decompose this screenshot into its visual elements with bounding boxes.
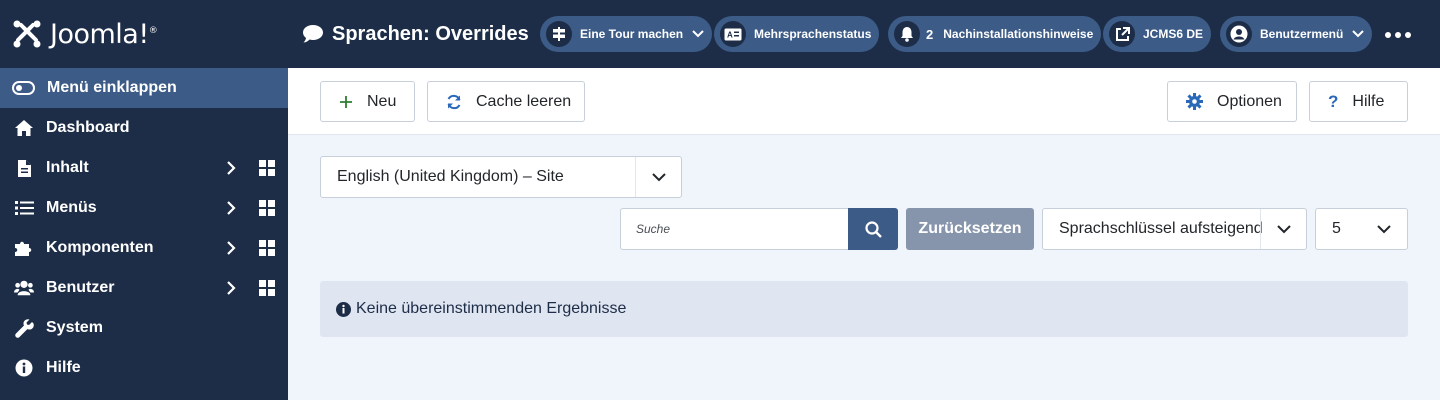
chevron-down-icon — [1260, 209, 1306, 249]
signpost-icon — [546, 21, 572, 47]
list-limit-value: 5 — [1332, 220, 1341, 237]
search-button[interactable] — [848, 208, 898, 250]
sidebar-item-label: Dashboard — [46, 119, 130, 136]
joomla-logo-icon — [13, 20, 41, 48]
guided-tour-label: Eine Tour machen — [580, 27, 684, 41]
chevron-right-icon[interactable] — [226, 200, 236, 216]
search-icon — [864, 220, 882, 238]
users-icon — [14, 278, 34, 298]
chevron-right-icon[interactable] — [226, 160, 236, 176]
main-content: English (United Kingdom) – Site Zurückse… — [288, 135, 1440, 400]
toggle-icon — [12, 81, 35, 95]
new-button[interactable]: Neu — [320, 81, 415, 122]
plus-icon — [340, 95, 352, 108]
site-name-label: JCMS6 DE — [1143, 27, 1204, 41]
sort-order-value: Sprachschlüssel aufsteigend — [1059, 220, 1263, 237]
chevron-down-icon — [635, 157, 681, 197]
wrench-icon — [14, 318, 34, 338]
header: Sprachen: Overrides Eine Tour machen A M… — [288, 0, 1440, 68]
sidebar-item-components[interactable]: Komponenten — [0, 228, 288, 268]
info-icon — [336, 301, 351, 317]
no-results-alert: Keine übereinstimmenden Ergebnisse — [320, 281, 1408, 337]
multilanguage-status-button[interactable]: A Mehrsprachenstatus — [714, 16, 880, 52]
svg-text:A: A — [727, 30, 733, 39]
notification-count-badge: 2 — [926, 26, 934, 42]
post-installation-messages-button[interactable]: 2 Nachinstallationshinweise — [888, 16, 1102, 52]
dashboard-grid-icon[interactable] — [259, 160, 275, 176]
sidebar-item-system[interactable]: System — [0, 308, 288, 348]
sidebar: Joomla!® Menü einklappen Dashboard Inhal… — [0, 0, 288, 400]
brand-name: Joomla!® — [50, 18, 158, 50]
sidebar-item-label: Inhalt — [46, 159, 89, 176]
user-menu-button[interactable]: Benutzermenü — [1220, 16, 1373, 52]
list-limit-select[interactable]: 5 — [1315, 208, 1408, 250]
sort-order-select[interactable]: Sprachschlüssel aufsteigend — [1042, 208, 1307, 250]
refresh-icon — [447, 94, 461, 109]
sidebar-item-label: Benutzer — [46, 279, 115, 296]
dashboard-grid-icon[interactable] — [259, 200, 275, 216]
collapse-menu-button[interactable]: Menü einklappen — [0, 68, 288, 108]
sidebar-item-content[interactable]: Inhalt — [0, 148, 288, 188]
clear-cache-button[interactable]: Cache leeren — [427, 81, 585, 122]
bell-icon — [894, 21, 920, 47]
home-icon — [14, 118, 34, 138]
sidebar-item-users[interactable]: Benutzer — [0, 268, 288, 308]
search-input[interactable] — [620, 208, 849, 250]
user-menu-label: Benutzermenü — [1260, 27, 1344, 41]
collapse-menu-label: Menü einklappen — [47, 79, 177, 96]
sidebar-item-label: Komponenten — [46, 239, 154, 256]
sidebar-item-label: Menüs — [46, 199, 97, 216]
no-results-message: Keine übereinstimmenden Ergebnisse — [356, 300, 627, 317]
clear-cache-button-label: Cache leeren — [476, 92, 572, 110]
list-icon — [14, 198, 34, 218]
sidebar-item-label: System — [46, 319, 103, 336]
more-options-icon[interactable] — [1385, 32, 1411, 38]
chevron-down-icon — [1352, 30, 1365, 38]
gear-icon — [1186, 93, 1203, 110]
file-icon — [14, 158, 34, 178]
chevron-down-icon — [692, 30, 704, 38]
dashboard-grid-icon[interactable] — [259, 240, 275, 256]
info-icon — [14, 358, 34, 378]
chevron-right-icon[interactable] — [226, 240, 236, 256]
toolbar: Neu Cache leeren Optionen ? Hilfe — [288, 68, 1440, 135]
dashboard-grid-icon[interactable] — [259, 280, 275, 296]
help-button-label: Hilfe — [1352, 92, 1385, 110]
brand[interactable]: Joomla!® — [0, 0, 288, 68]
language-client-select[interactable]: English (United Kingdom) – Site — [320, 156, 682, 198]
sidebar-item-dashboard[interactable]: Dashboard — [0, 108, 288, 148]
post-installation-messages-label: Nachinstallationshinweise — [943, 27, 1094, 41]
multilanguage-status-label: Mehrsprachenstatus — [754, 27, 872, 41]
view-site-button[interactable]: JCMS6 DE — [1103, 16, 1212, 52]
chevron-down-icon — [1361, 209, 1407, 249]
options-button[interactable]: Optionen — [1167, 81, 1297, 122]
language-card-icon: A — [720, 21, 746, 47]
sidebar-item-help[interactable]: Hilfe — [0, 348, 288, 388]
language-client-value: English (United Kingdom) – Site — [337, 168, 564, 185]
help-button[interactable]: ? Hilfe — [1309, 81, 1408, 122]
puzzle-icon — [14, 238, 34, 258]
sidebar-item-menus[interactable]: Menüs — [0, 188, 288, 228]
external-link-icon — [1109, 21, 1135, 47]
new-button-label: Neu — [367, 92, 397, 110]
comment-icon — [303, 25, 323, 43]
page-title-text: Sprachen: Overrides — [332, 22, 529, 45]
user-circle-icon — [1226, 21, 1252, 47]
sidebar-item-label: Hilfe — [46, 359, 81, 376]
chevron-right-icon[interactable] — [226, 280, 236, 296]
options-button-label: Optionen — [1217, 92, 1282, 110]
guided-tour-button[interactable]: Eine Tour machen — [540, 16, 713, 52]
page-title: Sprachen: Overrides — [302, 0, 529, 68]
question-icon: ? — [1328, 91, 1339, 111]
reset-button[interactable]: Zurücksetzen — [906, 208, 1034, 250]
